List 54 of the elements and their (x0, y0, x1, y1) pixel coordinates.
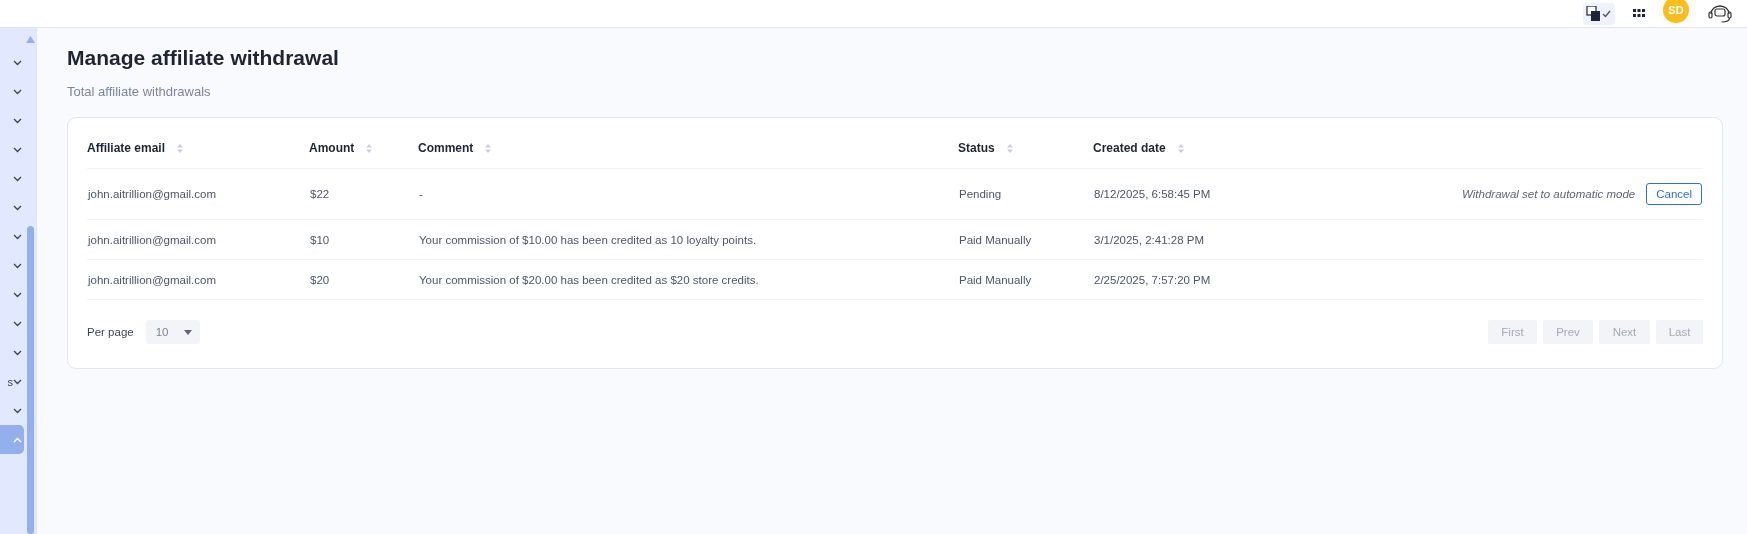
column-header[interactable]: Created date (1093, 141, 1166, 155)
chevron-down-icon (13, 320, 22, 327)
per-page-label: Per page (87, 326, 134, 338)
table-cell: john.aitrillion@gmail.com (88, 233, 216, 246)
apps-grid-icon[interactable] (1633, 9, 1645, 18)
chevron-down-icon (13, 204, 22, 211)
chevron-down-icon (13, 407, 22, 414)
chevron-down-icon (13, 146, 22, 153)
column-header[interactable]: Affiliate email (87, 141, 166, 155)
page-title: Manage affiliate withdrawal (67, 46, 340, 70)
table-cell: Paid Manually (959, 233, 1032, 246)
chevron-down-icon (13, 291, 22, 298)
cancel-button[interactable]: Cancel (1646, 183, 1702, 205)
per-page-select[interactable]: 10 (145, 320, 200, 344)
sidebar-item[interactable]: s (0, 367, 24, 396)
sort-icon (177, 143, 184, 153)
headset-chat-icon[interactable] (1707, 4, 1733, 23)
column-header[interactable]: Status (958, 141, 995, 155)
table-cell: john.aitrillion@gmail.com (88, 273, 216, 286)
sort-icon (485, 143, 492, 153)
sidebar-item[interactable] (0, 425, 24, 454)
translate-icon (1586, 5, 1612, 22)
chevron-down-icon (13, 233, 22, 240)
chevron-down-icon (13, 262, 22, 269)
column-header[interactable]: Comment (418, 141, 474, 155)
chevron-down-icon (13, 59, 22, 66)
dropdown-caret-icon (183, 329, 192, 335)
column-header[interactable]: Amount (309, 141, 355, 155)
chevron-down-icon (13, 378, 22, 385)
chevron-down-icon (13, 175, 22, 182)
chevron-up-icon (13, 436, 22, 443)
table-cell: john.aitrillion@gmail.com (88, 188, 216, 200)
sort-icon (1177, 143, 1184, 153)
table-cell: Your commission of $10.00 has been credited as 10 loyalty points. (419, 233, 757, 246)
table-cell: 8/12/2025, 6:58:45 PM (1094, 188, 1211, 200)
translate-button[interactable] (1583, 2, 1615, 25)
table-cell: 3/1/2025, 2:41:28 PM (1094, 233, 1204, 246)
table-cell: Paid Manually (959, 273, 1032, 286)
table-cell: 2/25/2025, 7:57:20 PM (1094, 273, 1211, 286)
status-note: Withdrawal set to automatic mode (1462, 188, 1636, 200)
chevron-down-icon (13, 117, 22, 124)
table-cell: $20 (310, 273, 330, 286)
table-cell: Pending (959, 188, 1002, 200)
table-cell: $22 (310, 188, 330, 200)
scroll-up-icon[interactable] (25, 36, 35, 43)
table-cell: Your commission of $20.00 has been credited as $20 store credits. (419, 273, 759, 286)
scrollbar-thumb[interactable] (26, 226, 34, 534)
sort-icon (366, 143, 373, 153)
table-cell: - (419, 188, 423, 200)
sort-icon (1006, 143, 1013, 153)
chevron-down-icon (13, 88, 22, 95)
chevron-down-icon (13, 349, 22, 356)
page-subtitle: Total affiliate withdrawals (67, 84, 212, 99)
table-cell: $10 (310, 233, 330, 246)
